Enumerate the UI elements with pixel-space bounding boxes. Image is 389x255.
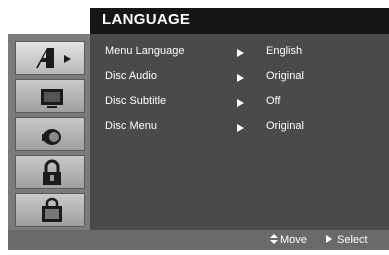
up-down-arrow-icon	[270, 234, 278, 244]
setting-value: English	[266, 45, 303, 57]
setting-row-menu-language[interactable]: Menu Language English	[90, 42, 389, 62]
setting-value: Original	[266, 120, 304, 132]
right-arrow-icon	[237, 99, 244, 107]
menu-title: LANGUAGE	[102, 11, 191, 28]
setting-value: Original	[266, 70, 304, 82]
select-label: Select	[337, 234, 368, 246]
footer-bar: Move Select	[8, 230, 389, 250]
right-arrow-icon	[237, 74, 244, 82]
setting-label: Disc Menu	[105, 120, 157, 132]
setting-row-disc-menu[interactable]: Disc Menu Original	[90, 117, 389, 137]
right-arrow-icon	[237, 124, 244, 132]
move-hint: Move	[270, 234, 307, 246]
play-arrow-icon	[326, 235, 332, 243]
dvd-setup-menu: LANGUAGE Menu Language English Disc Audi…	[0, 0, 389, 255]
right-arrow-icon	[237, 49, 244, 57]
tab-others[interactable]	[15, 193, 85, 227]
audio-icon	[42, 129, 61, 145]
setting-label: Disc Audio	[105, 70, 157, 82]
title-bar: LANGUAGE	[90, 8, 389, 34]
display-icon	[41, 89, 63, 108]
setting-row-disc-subtitle[interactable]: Disc Subtitle Off	[90, 92, 389, 112]
lock-icon	[43, 159, 61, 185]
settings-panel: Menu Language English Disc Audio Origina…	[90, 34, 389, 230]
setting-row-disc-audio[interactable]: Disc Audio Original	[90, 67, 389, 87]
tab-audio[interactable]	[15, 117, 85, 151]
select-hint: Select	[326, 234, 368, 246]
tab-language[interactable]	[15, 41, 85, 75]
setting-label: Menu Language	[105, 45, 185, 57]
setting-label: Disc Subtitle	[105, 95, 167, 107]
others-icon	[42, 197, 62, 222]
setting-value: Off	[266, 95, 281, 107]
category-sidebar	[8, 34, 90, 230]
language-icon	[36, 48, 71, 68]
tab-display[interactable]	[15, 79, 85, 113]
move-label: Move	[280, 234, 307, 246]
tab-lock[interactable]	[15, 155, 85, 189]
